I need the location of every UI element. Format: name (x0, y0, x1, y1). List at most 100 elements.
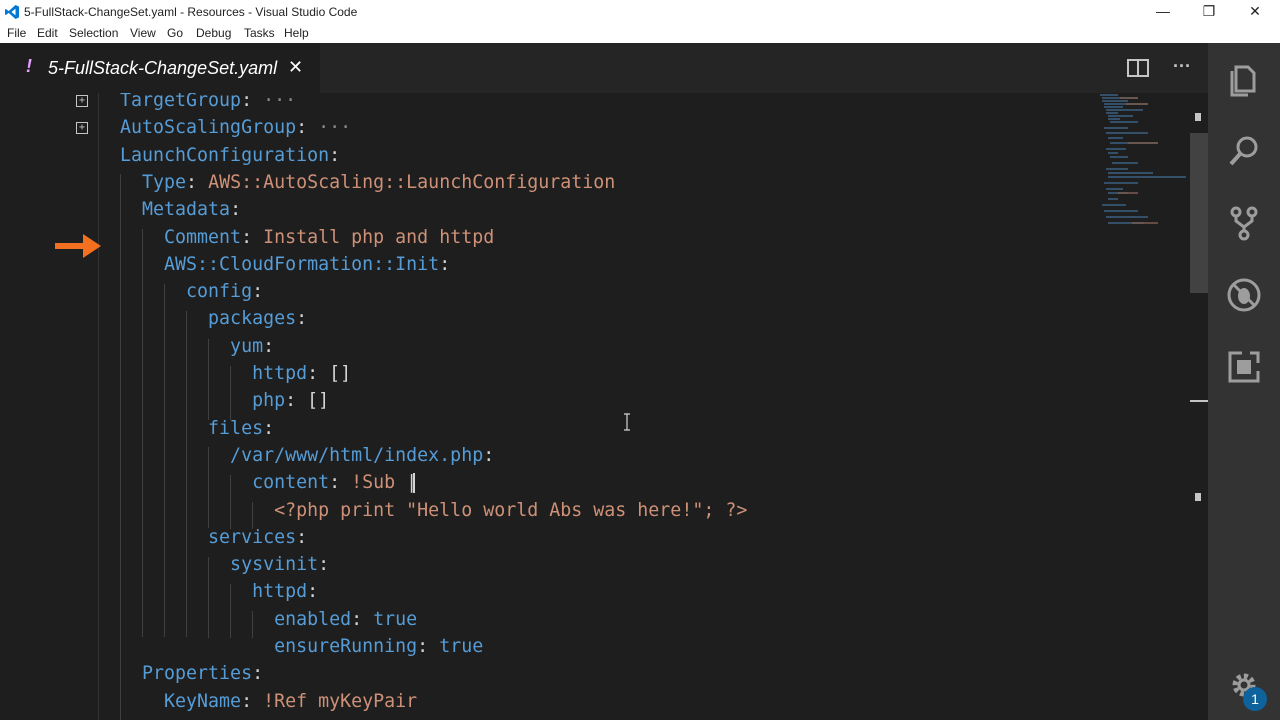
code-token: content (120, 472, 330, 494)
minimap[interactable] (1098, 93, 1188, 233)
code-token: ··· (263, 93, 297, 111)
code-token: !Ref (263, 690, 308, 712)
more-actions-button[interactable]: ··· (1173, 56, 1191, 77)
code-line[interactable]: 40+TargetGroup: ··· (0, 93, 1100, 114)
menu-view[interactable]: View (130, 26, 156, 40)
code-token: true (439, 636, 484, 657)
code-line[interactable]: 75 KeyName: !Ref myKeyPair (0, 688, 1100, 715)
notification-badge: 1 (1243, 687, 1267, 711)
code-token: : (329, 472, 352, 494)
code-token: : (483, 444, 495, 466)
code-text: ensureRunning: true (120, 633, 483, 660)
code-token: Comment (120, 226, 242, 248)
expand-fold-icon[interactable]: + (76, 95, 88, 107)
code-token: KeyName (120, 690, 242, 712)
menu-file[interactable]: File (7, 26, 26, 40)
scrollbar-thumb[interactable] (1190, 133, 1208, 293)
code-line[interactable]: 46+AutoScalingGroup: ··· (0, 114, 1100, 141)
code-token: : (186, 171, 209, 193)
code-text: Comment: Install php and httpd (120, 224, 494, 251)
minimize-button[interactable]: — (1140, 0, 1186, 24)
mouse-ibeam-icon (624, 413, 630, 431)
code-token: : (417, 636, 440, 657)
text-caret (413, 473, 415, 493)
code-line[interactable]: 71 httpd: (0, 578, 1100, 605)
code-token: packages (120, 308, 297, 330)
code-line[interactable]: 63 httpd: [] (0, 360, 1100, 387)
debug-icon[interactable] (1226, 277, 1262, 313)
source-control-icon[interactable] (1226, 205, 1262, 241)
menu-go[interactable]: Go (167, 26, 183, 40)
code-token: Metadata (120, 199, 231, 221)
code-line[interactable]: 58 Comment: Install php and httpd (0, 224, 1100, 251)
code-line[interactable]: 64 php: [] (0, 387, 1100, 414)
code-line[interactable]: 69 services: (0, 524, 1100, 551)
explorer-icon[interactable] (1226, 61, 1262, 97)
code-token: : (318, 554, 330, 576)
code-line[interactable]: 74 Properties: (0, 660, 1100, 687)
code-line[interactable]: 61 packages: (0, 305, 1100, 332)
code-editor[interactable]: 40+TargetGroup: ···46+AutoScalingGroup: … (0, 93, 1208, 720)
code-text: Metadata: (120, 196, 241, 223)
code-text: AWS::CloudFormation::Init: (120, 251, 450, 278)
menu-debug[interactable]: Debug (196, 26, 231, 40)
extensions-icon[interactable] (1226, 349, 1262, 385)
pointer-arrow-icon (55, 234, 101, 258)
code-text: files: (120, 415, 274, 442)
code-token: TargetGroup (120, 93, 242, 111)
code-token: : (241, 93, 264, 111)
code-line[interactable]: 57 Metadata: (0, 196, 1100, 223)
code-token: : [] (307, 363, 352, 384)
code-token: <?php print "Hello world Abs was here!";… (120, 499, 748, 521)
code-token: httpd (120, 363, 308, 384)
maximize-button[interactable]: ❐ (1186, 0, 1232, 24)
code-line[interactable]: 56 Type: AWS::AutoScaling::LaunchConfigu… (0, 169, 1100, 196)
menu-tasks[interactable]: Tasks (244, 26, 275, 40)
code-token: : (230, 199, 242, 221)
code-token: : (307, 581, 319, 603)
code-line[interactable]: 73 ensureRunning: true (0, 633, 1100, 660)
code-text: LaunchConfiguration: (120, 142, 340, 169)
code-token: php (120, 390, 286, 412)
menu-help[interactable]: Help (284, 26, 309, 40)
code-text: services: (120, 524, 307, 551)
code-token: Install php and httpd (263, 226, 495, 248)
editor-tab[interactable]: ! 5-FullStack-ChangeSet.yaml ✕ (0, 43, 320, 93)
expand-fold-icon[interactable]: + (76, 122, 88, 135)
code-token: myKeyPair (307, 690, 418, 712)
code-line[interactable]: 59 AWS::CloudFormation::Init: (0, 251, 1100, 278)
code-line[interactable]: 70 sysvinit: (0, 551, 1100, 578)
code-text: TargetGroup: ··· (120, 93, 296, 114)
code-line[interactable]: 68 <?php print "Hello world Abs was here… (0, 497, 1100, 524)
code-line[interactable]: 72 enabled: true (0, 606, 1100, 633)
code-line[interactable]: 62 yum: (0, 333, 1100, 360)
code-token: : (296, 308, 308, 330)
code-token: : (263, 335, 275, 357)
code-token: : (296, 526, 308, 548)
close-window-button[interactable]: ✕ (1232, 0, 1278, 24)
code-token: /var/www/html/index.php (120, 444, 484, 466)
code-line[interactable]: 60 config: (0, 278, 1100, 305)
code-line[interactable]: 55LaunchConfiguration: (0, 142, 1100, 169)
menu-edit[interactable]: Edit (37, 26, 58, 40)
window-title: 5-FullStack-ChangeSet.yaml - Resources -… (24, 5, 358, 19)
code-token: LaunchConfiguration (120, 144, 330, 166)
split-editor-icon[interactable] (1127, 59, 1149, 77)
tab-bar: ! 5-FullStack-ChangeSet.yaml ✕ ··· (0, 43, 1208, 93)
code-token: : (252, 281, 264, 303)
code-line[interactable]: 65 files: (0, 415, 1100, 442)
code-token: sysvinit (120, 554, 319, 576)
code-line[interactable]: 67 content: !Sub | (0, 469, 1100, 496)
code-token: AWS::CloudFormation::Init (120, 253, 440, 275)
code-token: yum (120, 335, 264, 357)
search-icon[interactable] (1226, 133, 1262, 169)
code-text: Properties: (120, 660, 263, 687)
code-text: Type: AWS::AutoScaling::LaunchConfigurat… (120, 169, 615, 196)
tab-close-button[interactable]: ✕ (288, 57, 303, 78)
code-line[interactable]: 66 /var/www/html/index.php: (0, 442, 1100, 469)
code-text: httpd: [] (120, 360, 351, 387)
code-token: : (241, 226, 264, 248)
code-token: Type (120, 171, 187, 193)
menu-selection[interactable]: Selection (69, 26, 118, 40)
code-text: config: (120, 278, 263, 305)
